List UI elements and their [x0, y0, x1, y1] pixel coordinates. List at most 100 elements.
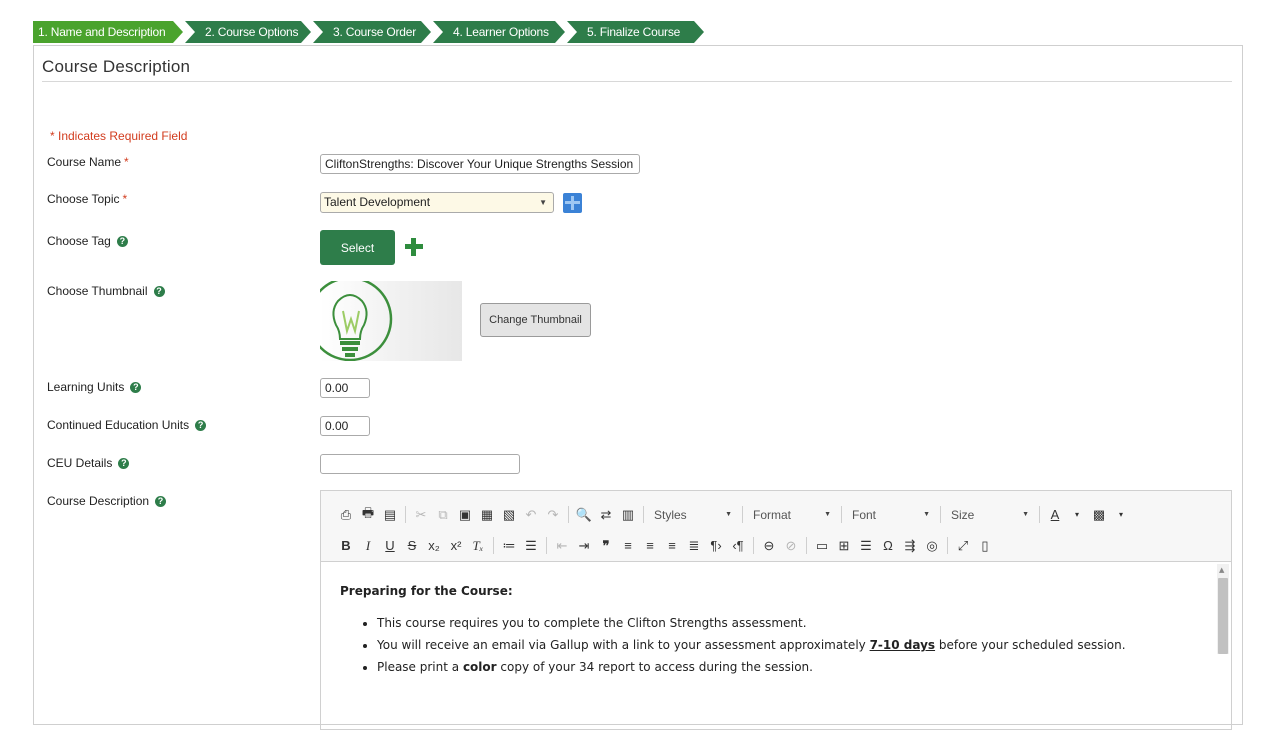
ceu-details-label-text: CEU Details	[47, 456, 113, 470]
numbered-list-icon[interactable]: ≔	[498, 535, 520, 557]
list-item-emphasis: color	[462, 660, 497, 674]
indent-icon[interactable]: ⇥	[573, 535, 595, 557]
course-description-panel: Course Description * Indicates Required …	[33, 45, 1243, 730]
learning-units-label: Learning Units ?	[47, 380, 142, 394]
strikethrough-icon[interactable]: S	[401, 535, 423, 557]
editor-scrollbar[interactable]: ▲	[1217, 564, 1229, 654]
styles-combo[interactable]: Styles ▼	[648, 505, 738, 525]
scroll-up-icon[interactable]: ▲	[1219, 566, 1224, 574]
image-icon[interactable]: ▭	[811, 535, 833, 557]
paste-text-icon[interactable]: ▦	[476, 504, 498, 526]
course-name-input[interactable]	[320, 154, 640, 174]
chevron-down-icon: ▼	[1022, 510, 1029, 518]
topic-label-text: Choose Topic	[47, 192, 120, 206]
toolbar-separator	[1039, 506, 1040, 523]
chevron-down-icon: ▼	[824, 510, 831, 518]
format-combo-label: Format	[753, 507, 792, 522]
align-right-icon[interactable]: ≡	[661, 535, 683, 557]
blockquote-icon[interactable]: ❞	[595, 535, 617, 557]
topic-label: Choose Topic *	[47, 192, 127, 206]
step-finalize-course[interactable]: 5. Finalize Course	[567, 21, 704, 43]
bulleted-list-icon[interactable]: ☰	[520, 535, 542, 557]
preview-icon[interactable]: ⎙	[335, 504, 357, 526]
text-color-icon[interactable]: A	[1044, 504, 1066, 526]
scrollbar-thumb[interactable]	[1218, 578, 1228, 654]
change-thumbnail-button[interactable]: Change Thumbnail	[480, 303, 591, 337]
toolbar-separator	[753, 537, 754, 554]
description-label-text: Course Description	[47, 494, 150, 508]
chevron-down-icon[interactable]: ▾	[1066, 504, 1088, 526]
paste-icon[interactable]: ▣	[454, 504, 476, 526]
ceu-details-label: CEU Details ?	[47, 456, 130, 470]
course-name-label-text: Course Name	[47, 155, 122, 169]
help-icon[interactable]: ?	[116, 235, 128, 247]
list-item-emphasis: 7-10 days	[869, 638, 936, 652]
step-course-order[interactable]: 3. Course Order	[313, 21, 431, 43]
remove-format-icon[interactable]: Tₓ	[467, 535, 489, 557]
list-item: Please print a color copy of your 34 rep…	[377, 660, 1231, 674]
outdent-icon[interactable]: ⇤	[551, 535, 573, 557]
ltr-icon[interactable]: ¶›	[705, 535, 727, 557]
templates-icon[interactable]: ▤	[379, 504, 401, 526]
align-justify-icon[interactable]: ≣	[683, 535, 705, 557]
copy-icon[interactable]: ⧉	[432, 504, 454, 526]
help-icon[interactable]: ?	[155, 495, 167, 507]
redo-icon[interactable]: ↷	[542, 504, 564, 526]
font-combo[interactable]: Font ▼	[846, 505, 936, 525]
add-topic-icon[interactable]	[563, 193, 582, 213]
print-icon[interactable]: 🖶	[357, 504, 379, 526]
panel-title: Course Description	[42, 57, 191, 76]
thumbnail-image	[320, 281, 462, 361]
find-icon[interactable]: 🔍	[573, 504, 595, 526]
paste-word-icon[interactable]: ▧	[498, 504, 520, 526]
cut-icon[interactable]: ✂	[410, 504, 432, 526]
help-icon[interactable]: ?	[195, 419, 207, 431]
rtl-icon[interactable]: ‹¶	[727, 535, 749, 557]
align-center-icon[interactable]: ≡	[639, 535, 661, 557]
background-color-icon[interactable]: ▩	[1088, 504, 1110, 526]
special-char-icon[interactable]: Ω	[877, 535, 899, 557]
learning-units-input[interactable]	[320, 378, 370, 398]
chevron-down-icon: ▼	[725, 510, 732, 518]
show-blocks-icon[interactable]: ▯	[974, 535, 996, 557]
maximize-icon[interactable]: ⤢	[952, 535, 974, 557]
size-combo[interactable]: Size ▼	[945, 505, 1035, 525]
help-icon[interactable]: ?	[153, 285, 165, 297]
ceu-details-input[interactable]	[320, 454, 520, 474]
required-star: *	[122, 192, 128, 206]
ceu-input[interactable]	[320, 416, 370, 436]
topic-select-value: Talent Development	[324, 195, 431, 209]
learning-units-label-text: Learning Units	[47, 380, 125, 394]
horizontal-rule-icon[interactable]: ☰	[855, 535, 877, 557]
align-left-icon[interactable]: ≡	[617, 535, 639, 557]
add-tag-icon[interactable]	[404, 237, 424, 257]
bold-icon[interactable]: B	[335, 535, 357, 557]
undo-icon[interactable]: ↶	[520, 504, 542, 526]
underline-icon[interactable]: U	[379, 535, 401, 557]
replace-icon[interactable]: ⇄	[595, 504, 617, 526]
step-course-options[interactable]: 2. Course Options	[185, 21, 311, 43]
iframe-icon[interactable]: ◎	[921, 535, 943, 557]
unlink-icon[interactable]: ⊘	[780, 535, 802, 557]
content-heading: Preparing for the Course:	[340, 584, 513, 598]
step-learner-options[interactable]: 4. Learner Options	[433, 21, 565, 43]
superscript-icon[interactable]: x²	[445, 535, 467, 557]
editor-content[interactable]: Preparing for the Course: This course re…	[321, 562, 1231, 674]
page-break-icon[interactable]: ⇶	[899, 535, 921, 557]
link-icon[interactable]: ⊖	[758, 535, 780, 557]
chevron-down-icon[interactable]: ▾	[1110, 504, 1132, 526]
step-name-description[interactable]: 1. Name and Description	[33, 21, 183, 43]
thumbnail-label: Choose Thumbnail ?	[47, 284, 165, 298]
format-combo[interactable]: Format ▼	[747, 505, 837, 525]
topic-select[interactable]: Talent Development ▼	[320, 192, 554, 213]
italic-icon[interactable]: I	[357, 535, 379, 557]
toolbar-separator	[405, 506, 406, 523]
help-icon[interactable]: ?	[130, 381, 142, 393]
table-icon[interactable]: ⊞	[833, 535, 855, 557]
select-all-icon[interactable]: ▥	[617, 504, 639, 526]
list-item-text: Please print a	[377, 660, 463, 674]
select-tag-button[interactable]: Select	[320, 230, 395, 265]
subscript-icon[interactable]: x₂	[423, 535, 445, 557]
toolbar-row-1: ⎙ 🖶 ▤ ✂ ⧉ ▣ ▦ ▧ ↶ ↷ 🔍 ⇄ ▥ Styles ▼ Format…	[335, 499, 1231, 530]
help-icon[interactable]: ?	[118, 457, 130, 469]
